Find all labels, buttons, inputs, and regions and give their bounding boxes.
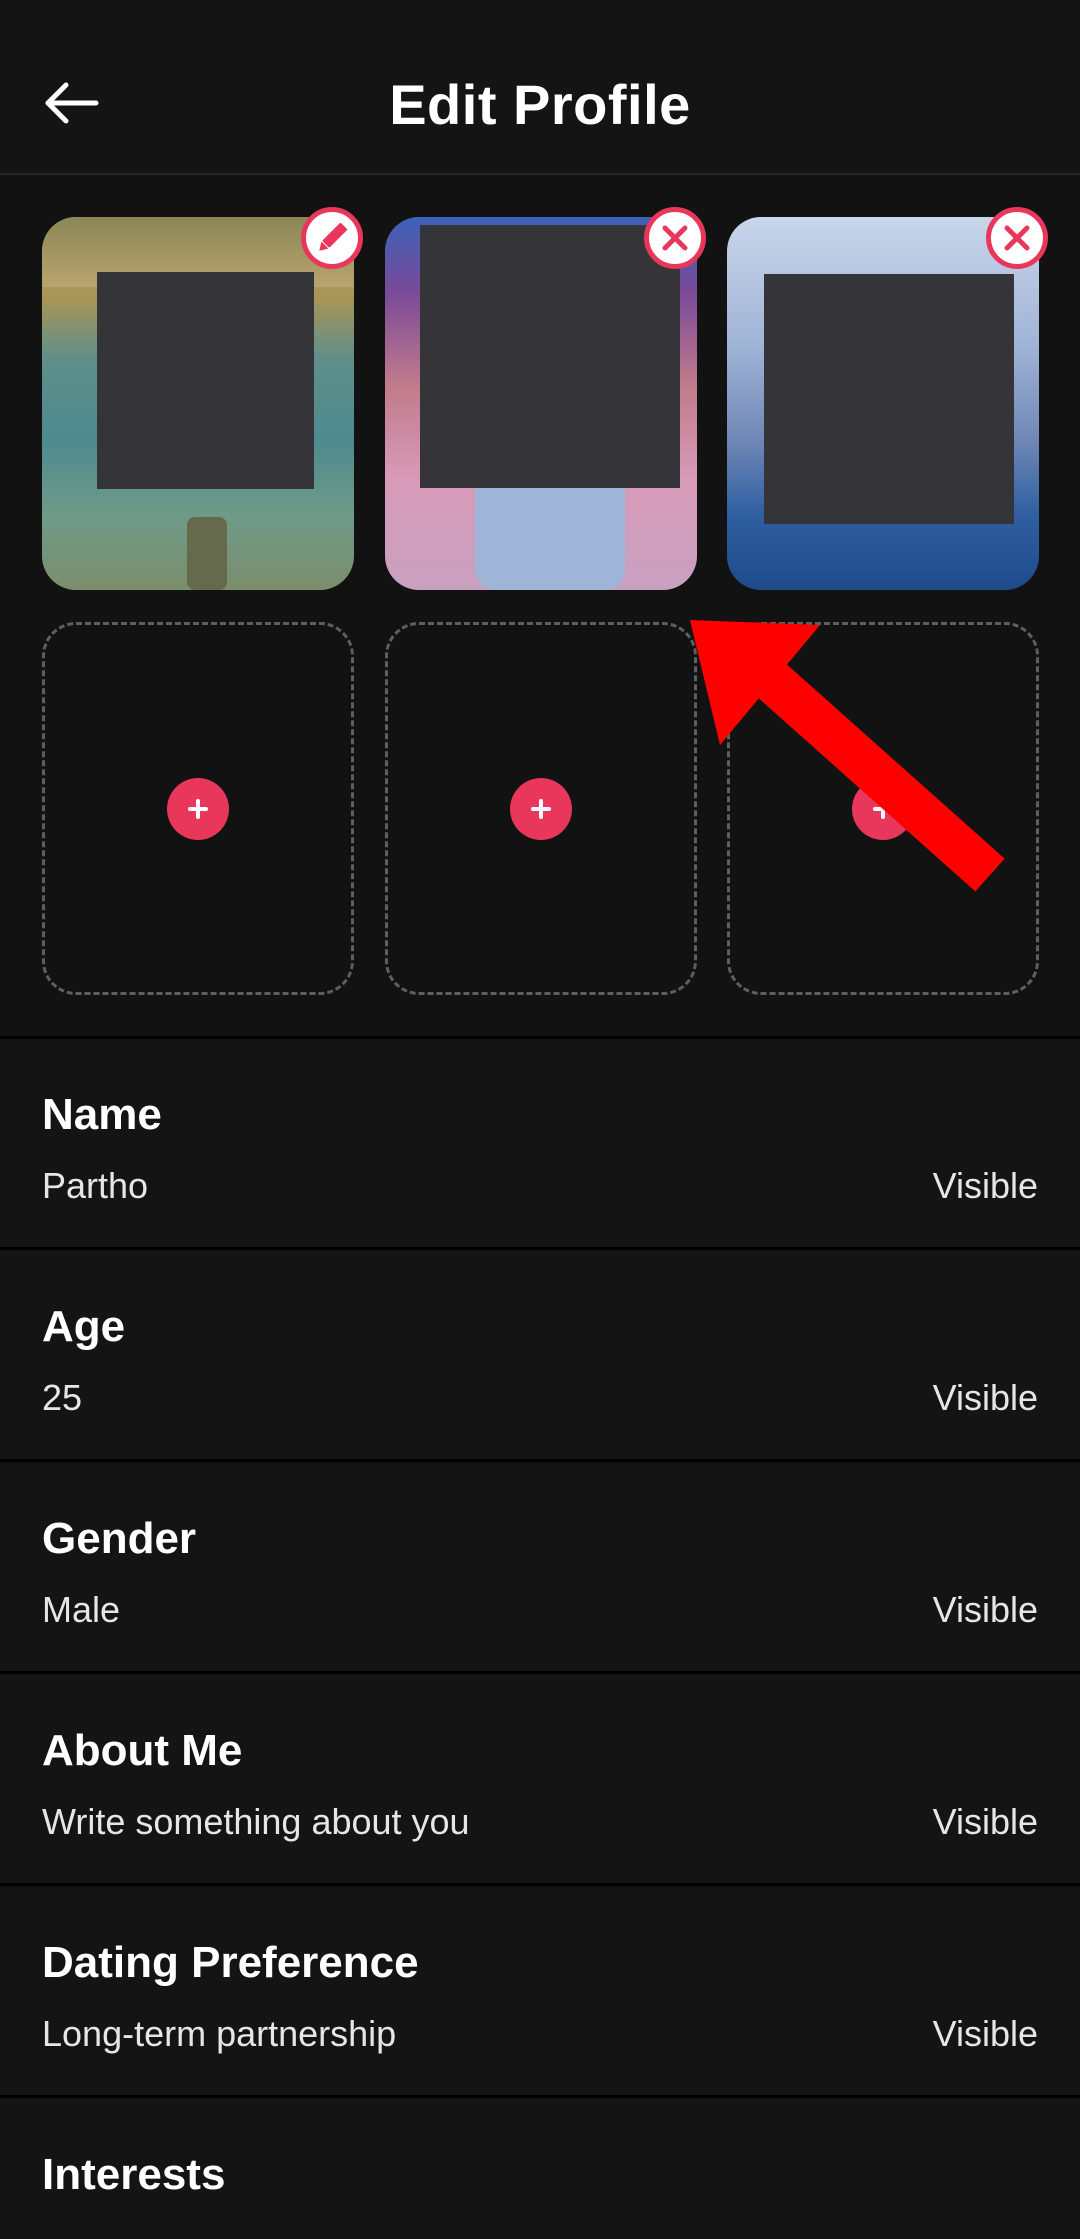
field-row-age[interactable]: Age 25 Visible xyxy=(0,1252,1080,1462)
redaction-block xyxy=(97,272,314,489)
remove-photo-button[interactable] xyxy=(986,207,1048,269)
redaction-block xyxy=(420,225,680,488)
plus-icon xyxy=(510,777,572,840)
visibility-status: Visible xyxy=(932,1589,1038,1630)
field-value: Male xyxy=(42,1589,121,1630)
photo-grid xyxy=(0,177,1080,1039)
field-row-dating-preference[interactable]: Dating Preference Long-term partnership … xyxy=(0,1888,1080,2098)
field-row-about-me[interactable]: About Me Write something about you Visib… xyxy=(0,1676,1080,1886)
field-label: Gender xyxy=(42,1514,197,1563)
field-label: About Me xyxy=(42,1726,243,1775)
field-label: Dating Preference xyxy=(42,1938,419,1987)
field-value: Write something about you xyxy=(42,1801,470,1842)
redaction-block xyxy=(764,274,1014,524)
field-label: Age xyxy=(42,1302,126,1351)
add-photo-slot[interactable] xyxy=(385,622,697,995)
visibility-status: Visible xyxy=(932,1377,1038,1418)
remove-photo-button[interactable] xyxy=(644,207,706,269)
add-photo-slot[interactable] xyxy=(42,622,354,995)
close-icon xyxy=(1004,225,1030,251)
field-label: Name xyxy=(42,1090,162,1139)
visibility-status: Visible xyxy=(932,2013,1038,2054)
close-icon xyxy=(662,225,688,251)
field-value: 25 xyxy=(42,1377,83,1418)
add-photo-slot[interactable] xyxy=(727,622,1039,995)
pencil-icon xyxy=(319,223,347,251)
profile-photo-3[interactable] xyxy=(727,217,1039,590)
field-row-name[interactable]: Name Partho Visible xyxy=(0,1040,1080,1250)
field-value: Partho xyxy=(42,1165,149,1206)
plus-icon xyxy=(167,777,229,840)
visibility-status: Visible xyxy=(932,1165,1038,1206)
field-value: Long-term partnership xyxy=(42,2013,397,2054)
header-bar: Edit Profile xyxy=(0,0,1080,175)
plus-icon xyxy=(852,777,914,840)
field-row-interests[interactable]: Interests xyxy=(0,2100,1080,2239)
page-title: Edit Profile xyxy=(389,73,691,136)
visibility-status: Visible xyxy=(932,1801,1038,1842)
field-label: Interests xyxy=(42,2150,226,2199)
field-row-gender[interactable]: Gender Male Visible xyxy=(0,1464,1080,1674)
edit-photo-button[interactable] xyxy=(301,207,363,269)
profile-photo-2[interactable] xyxy=(385,217,697,590)
profile-photo-1[interactable] xyxy=(42,217,354,590)
